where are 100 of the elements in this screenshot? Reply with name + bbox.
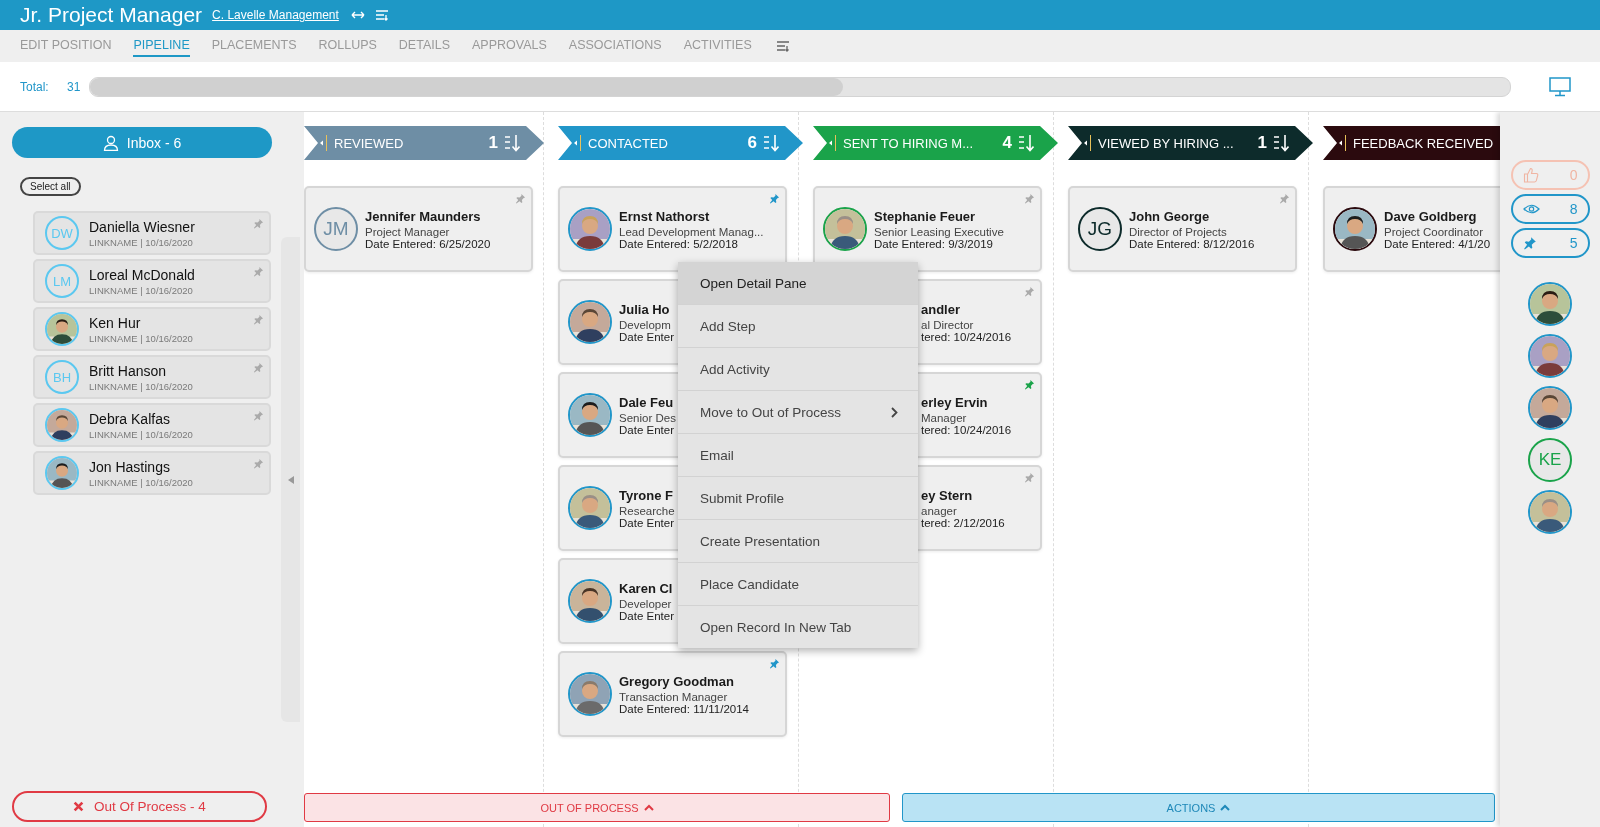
date-entered: Date Enter <box>619 609 674 622</box>
pin-icon[interactable] <box>253 314 264 325</box>
candidate-name: erley Ervin <box>921 394 989 410</box>
pin-icon[interactable] <box>769 193 780 204</box>
candidate-title: Project Coordinator <box>1384 225 1485 238</box>
candidate-title: anager <box>921 504 958 517</box>
chevron-right-icon <box>891 406 898 418</box>
candidate-name: Debra Kalfas <box>89 410 171 427</box>
expand-icon[interactable] <box>350 10 365 20</box>
stage-count: 4 <box>1002 133 1012 153</box>
initials-avatar: JG <box>1078 207 1122 251</box>
menu-item[interactable]: Move to Out of Process <box>678 390 918 433</box>
pin-icon[interactable] <box>515 193 526 204</box>
candidate-name: ey Stern <box>921 487 974 503</box>
date-entered: Date Enter <box>619 330 674 343</box>
monitor-icon[interactable] <box>1549 76 1571 97</box>
list-icon[interactable] <box>775 40 790 52</box>
candidate-card[interactable]: JG John George Director of Projects Date Entered: 8/12/2016 <box>1068 186 1297 272</box>
candidate-meta: LINKNAME | 10/16/2020 <box>89 476 193 488</box>
stage-count: 1 <box>1257 133 1267 153</box>
candidate-title: Manager <box>921 411 968 424</box>
candidate-name: Julia Ho <box>619 301 671 317</box>
caret-icon <box>1220 804 1231 811</box>
inbox-card[interactable]: Ken Hur LINKNAME | 10/16/2020 <box>33 307 271 351</box>
initials-avatar: JM <box>314 207 358 251</box>
tray-toggle[interactable]: OUT OF PROCESS <box>304 793 890 822</box>
date-entered: Date Entered: 9/3/2019 <box>874 237 994 250</box>
date-entered: tered: 10/24/2016 <box>921 330 1012 343</box>
candidate-title: Senior Des <box>619 411 676 424</box>
candidate-name: Ken Hur <box>89 314 142 331</box>
candidate-title: Transaction Manager <box>619 690 729 703</box>
candidate-name: Tyrone F <box>619 487 674 503</box>
candidate-name: John George <box>1129 208 1211 224</box>
date-entered: Date Enter <box>619 423 675 436</box>
pin-icon[interactable] <box>253 458 264 469</box>
date-entered: Date Entered: 6/25/2020 <box>365 237 491 250</box>
candidate-name: Loreal McDonald <box>89 266 195 283</box>
candidate-meta: LINKNAME | 10/16/2020 <box>89 380 193 392</box>
inbox-card[interactable]: DW Daniella Wiesner LINKNAME | 10/16/2020 <box>33 211 271 255</box>
pin-icon[interactable] <box>1024 472 1035 483</box>
inbox-card[interactable]: LM Loreal McDonald LINKNAME | 10/16/2020 <box>33 259 271 303</box>
collapse-handle[interactable] <box>281 237 300 722</box>
candidate-title: Project Manager <box>365 225 451 238</box>
menu-item[interactable]: Open Detail Pane <box>678 262 918 304</box>
candidate-name: Daniella Wiesner <box>89 218 195 235</box>
candidate-card[interactable]: Ernst Nathorst Lead Development Manag... Date Entered: 5/2/2018 <box>558 186 787 272</box>
pin-icon[interactable] <box>253 218 264 229</box>
menu-item[interactable]: Email <box>678 433 918 476</box>
sort-icon[interactable] <box>1273 134 1289 152</box>
pin-icon[interactable] <box>1024 379 1035 390</box>
pin-icon[interactable] <box>1279 193 1290 204</box>
stage-header[interactable]: FEEDBACK RECEIVED <box>1323 126 1500 160</box>
person-icon <box>102 134 119 151</box>
inbox-card[interactable]: Debra Kalfas LINKNAME | 10/16/2020 <box>33 403 271 447</box>
candidate-title: Lead Development Manag... <box>619 225 764 238</box>
pin-icon[interactable] <box>253 410 264 421</box>
pin-icon[interactable] <box>253 362 264 373</box>
pin-icon[interactable] <box>1024 286 1035 297</box>
select-all-button[interactable]: Select all <box>20 177 81 196</box>
menu-item[interactable]: Add Activity <box>678 347 918 390</box>
menu-item[interactable]: Submit Profile <box>678 476 918 519</box>
date-entered: Date Entered: 5/2/2018 <box>619 237 738 250</box>
menu-item[interactable]: Place Candidate <box>678 562 918 605</box>
candidate-name: Dave Goldberg <box>1384 208 1478 224</box>
collapse-icon[interactable] <box>1084 134 1092 152</box>
candidate-card[interactable]: Dave Goldberg Project Coordinator Date Entered: 4/1/20 <box>1323 186 1500 272</box>
total-count: 31 <box>67 79 82 94</box>
pin-icon[interactable] <box>1024 193 1035 204</box>
candidate-card[interactable]: JM Jennifer Maunders Project Manager Date Entered: 6/25/2020 <box>304 186 533 272</box>
candidate-meta: LINKNAME | 10/16/2020 <box>89 284 194 296</box>
date-entered: Date Enter <box>619 516 675 529</box>
inbox-card[interactable]: BH Britt Hanson LINKNAME | 10/16/2020 <box>33 355 271 399</box>
candidate-name: Karen Cl <box>619 580 674 596</box>
stage-count: 6 <box>747 133 757 153</box>
stage-header[interactable]: VIEWED BY HIRING ... 1 <box>1068 126 1313 160</box>
inbox-card[interactable]: Jon Hastings LINKNAME | 10/16/2020 <box>33 451 271 495</box>
candidate-name: Britt Hanson <box>89 362 168 379</box>
out-of-process-button[interactable]: Out Of Process - 4 <box>12 791 267 822</box>
pin-icon <box>1522 236 1537 250</box>
candidate-name: Ernst Nathorst <box>619 208 711 224</box>
eye-icon <box>1522 203 1540 215</box>
initials-avatar: DW <box>45 216 79 250</box>
candidate-title: Developm <box>619 318 672 331</box>
menu-item[interactable]: Open Record In New Tab <box>678 605 918 648</box>
candidate-name: andler <box>921 301 961 317</box>
initials-avatar: BH <box>45 360 79 394</box>
stage-count: 1 <box>488 133 498 153</box>
candidate-card[interactable]: Stephanie Feuer Senior Leasing Executive Date Entered: 9/3/2019 <box>813 186 1042 272</box>
pin-icon[interactable] <box>253 266 264 277</box>
pin-icon[interactable] <box>769 658 780 669</box>
collapse-icon[interactable] <box>1339 134 1347 152</box>
menu-item[interactable]: Add Step <box>678 304 918 347</box>
candidate-meta: LINKNAME | 10/16/2020 <box>89 236 194 248</box>
menu-item[interactable]: Create Presentation <box>678 519 918 562</box>
date-entered: tered: 10/24/2016 <box>921 423 1012 436</box>
candidate-name: Jon Hastings <box>89 458 171 475</box>
candidate-card[interactable]: Gregory Goodman Transaction Manager Date Entered: 11/11/2014 <box>558 651 787 737</box>
position-title: Jr. Project Manager <box>20 3 203 27</box>
date-entered: Date Entered: 4/1/20 <box>1384 237 1491 250</box>
candidate-title: Researche <box>619 504 675 517</box>
